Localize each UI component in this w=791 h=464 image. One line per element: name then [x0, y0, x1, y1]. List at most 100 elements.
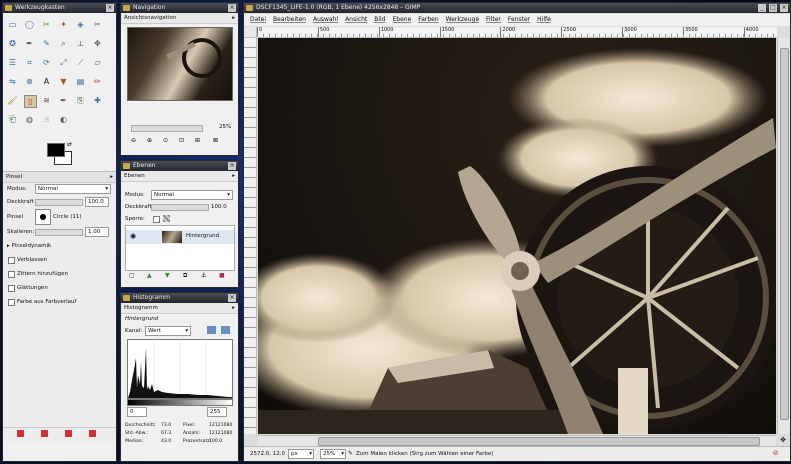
navigation-titlebar[interactable]: Navigation ×: [121, 3, 238, 13]
navigation-preview[interactable]: [127, 27, 233, 101]
menu-item-ebene[interactable]: Ebene: [393, 16, 412, 23]
close-icon[interactable]: ×: [106, 4, 114, 12]
shear-icon[interactable]: ⟋: [75, 57, 86, 68]
crop-icon[interactable]: ⌗: [24, 57, 35, 68]
save-options-icon[interactable]: [17, 430, 24, 437]
reset-options-icon[interactable]: [89, 430, 96, 437]
image-titlebar[interactable]: DSCF1345_LIFE-1.0 (RGB, 1 Ebene) 4256x28…: [244, 3, 790, 13]
align-icon[interactable]: ☰: [7, 57, 18, 68]
toolbox-titlebar[interactable]: Werkzeugkasten ×: [3, 3, 116, 13]
menu-item-datei[interactable]: Datei: [250, 16, 266, 23]
eye-icon[interactable]: ◉: [130, 232, 136, 240]
close-icon[interactable]: ×: [780, 4, 788, 12]
fuzzy-select-icon[interactable]: ✦: [58, 19, 69, 30]
jitter-checkbox[interactable]: [8, 271, 15, 278]
swap-colors-icon[interactable]: ⇄: [67, 141, 72, 148]
perspective-clone-icon[interactable]: ⎗: [7, 114, 18, 125]
lower-layer-icon[interactable]: ▼: [165, 272, 170, 279]
opacity-slider[interactable]: [35, 199, 83, 206]
layers-titlebar[interactable]: Ebenen ×: [121, 161, 238, 171]
lock-pixels-checkbox[interactable]: [153, 216, 160, 223]
mode-select[interactable]: Normal ▾: [35, 184, 111, 194]
rotate-icon[interactable]: ⟳: [41, 57, 52, 68]
new-layer-icon[interactable]: ▢: [129, 272, 135, 279]
horizontal-ruler[interactable]: 0 500 1000 1500 2000 2500 3000 3500 4000: [257, 27, 777, 38]
move-icon[interactable]: ✥: [92, 38, 103, 49]
anchor-layer-icon[interactable]: ⚓: [201, 272, 206, 279]
bucket-fill-icon[interactable]: ▼: [58, 76, 69, 87]
perspective-icon[interactable]: ▱: [92, 57, 103, 68]
fade-checkbox[interactable]: [8, 257, 15, 264]
menu-item-auswahl[interactable]: Auswahl: [313, 16, 338, 23]
horizontal-scrollbar[interactable]: [258, 435, 776, 446]
ruler-corner[interactable]: [244, 27, 257, 38]
scissors-icon[interactable]: ✂: [92, 19, 103, 30]
layer-mode-select[interactable]: Normal ▾: [151, 190, 233, 200]
clone-icon[interactable]: ⎘: [75, 95, 86, 106]
scrollbar-thumb[interactable]: [780, 48, 789, 420]
foreground-select-icon[interactable]: ✪: [7, 38, 18, 49]
gradient-color-checkbox[interactable]: [8, 299, 15, 306]
lock-alpha-icon[interactable]: [163, 215, 170, 222]
restore-options-icon[interactable]: [41, 430, 48, 437]
layer-opacity-slider[interactable]: [151, 204, 209, 211]
menu-item-bild[interactable]: Bild: [374, 16, 385, 23]
zoom-in-icon[interactable]: ⊕: [147, 137, 152, 144]
image-canvas[interactable]: [258, 38, 776, 434]
zoom-fill-icon[interactable]: ⊞: [195, 137, 200, 144]
channel-select[interactable]: Wert ▾: [145, 326, 191, 336]
zoom-100-icon[interactable]: ⊙: [163, 137, 168, 144]
menu-item-werkzeuge[interactable]: Werkzeuge: [446, 16, 479, 23]
cancel-icon[interactable]: ⊘: [771, 449, 780, 458]
rect-select-icon[interactable]: ▭: [7, 19, 18, 30]
measure-icon[interactable]: ⟂: [75, 38, 86, 49]
zoom-select[interactable]: 25% ▾: [320, 449, 346, 459]
cage-icon[interactable]: ⊗: [24, 76, 35, 87]
heal-icon[interactable]: ✚: [92, 95, 103, 106]
menu-item-farben[interactable]: Farben: [418, 16, 438, 23]
flip-icon[interactable]: ⇋: [7, 76, 18, 87]
range-max-input[interactable]: 255: [207, 407, 227, 417]
eraser-icon[interactable]: ▯: [24, 95, 37, 108]
maximize-icon[interactable]: □: [769, 4, 777, 12]
color-select-icon[interactable]: ◈: [75, 19, 86, 30]
menu-item-fenster[interactable]: Fenster: [508, 16, 530, 23]
menu-item-hilfe[interactable]: Hilfe: [537, 16, 551, 23]
minimize-icon[interactable]: _: [758, 4, 766, 12]
histogram-titlebar[interactable]: Histogramm ×: [121, 293, 238, 303]
zoom-fit-icon[interactable]: ⊡: [179, 137, 184, 144]
text-icon[interactable]: A: [41, 76, 52, 87]
vertical-ruler[interactable]: [244, 38, 257, 434]
opacity-input[interactable]: 100.0: [85, 197, 109, 207]
config-icon[interactable]: ▸: [110, 172, 113, 182]
menu-item-filter[interactable]: Filter: [486, 16, 501, 23]
brush-dynamics-toggle[interactable]: ▸ Pinseldynamik: [7, 243, 51, 249]
navigation-zoom-slider[interactable]: [131, 125, 203, 132]
close-icon[interactable]: ×: [228, 294, 236, 302]
smudge-icon[interactable]: ☝: [41, 114, 52, 125]
menu-item-bearbeiten[interactable]: Bearbeiten: [273, 16, 306, 23]
shrink-wrap-icon[interactable]: ⊠: [213, 137, 218, 144]
menu-item-ansicht[interactable]: Ansicht: [345, 16, 367, 23]
config-icon[interactable]: ▸: [232, 171, 235, 181]
foreground-color-swatch[interactable]: [47, 143, 65, 157]
airbrush-icon[interactable]: ≋: [41, 95, 52, 106]
navigate-icon[interactable]: ✥: [778, 435, 788, 445]
config-icon[interactable]: ▸: [232, 13, 235, 23]
zoom-out-icon[interactable]: ⊖: [131, 137, 136, 144]
free-select-icon[interactable]: ✂: [41, 19, 52, 30]
blend-icon[interactable]: ▤: [75, 76, 86, 87]
delete-options-icon[interactable]: [65, 430, 72, 437]
raise-layer-icon[interactable]: ▲: [147, 272, 152, 279]
close-icon[interactable]: ×: [228, 4, 236, 12]
log-histogram-icon[interactable]: [221, 326, 230, 334]
scale-icon[interactable]: ⤢: [58, 57, 69, 68]
histogram-plot[interactable]: [127, 339, 233, 399]
vertical-scrollbar[interactable]: [777, 38, 790, 434]
linear-histogram-icon[interactable]: [207, 326, 216, 334]
duplicate-layer-icon[interactable]: ⧉: [183, 272, 187, 280]
brush-preview[interactable]: [35, 209, 51, 225]
ellipse-select-icon[interactable]: ◯: [24, 19, 35, 30]
unit-select[interactable]: px ▾: [288, 449, 314, 459]
scale-slider[interactable]: [35, 229, 83, 236]
